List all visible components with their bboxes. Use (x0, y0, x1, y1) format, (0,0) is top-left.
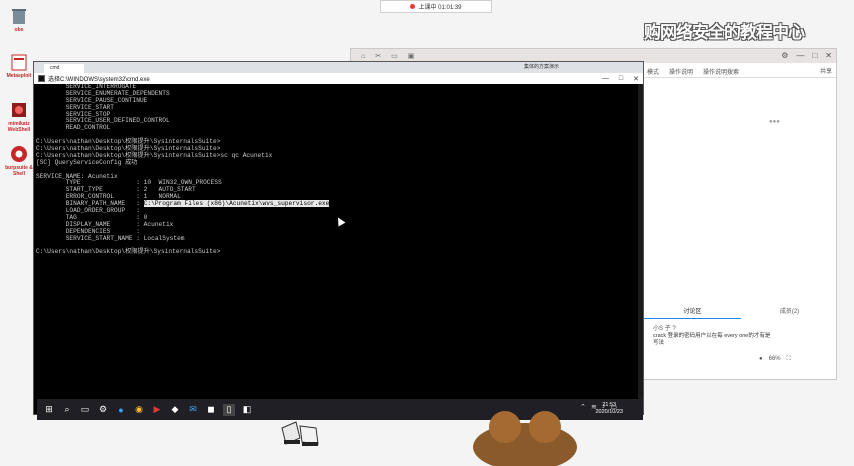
maximize-icon[interactable]: □ (812, 51, 817, 60)
mascot-image (473, 411, 577, 466)
desktop-icon-burpsuite[interactable]: burpsuite & Shell (2, 144, 36, 177)
zoom-icon[interactable]: ● (759, 356, 763, 363)
meeting-toolbar: 模式 操作说明 操作说明拨索 (641, 65, 837, 77)
media-icon[interactable]: ▶ (151, 404, 163, 416)
chat-message: crack 登录的密码用户以在每 every one的才有是写法 (653, 333, 771, 346)
taskbar-clock[interactable]: 21:53 2020/10/23 (595, 402, 623, 416)
cmd-window-controls: — □ ✕ (602, 73, 639, 84)
minimize-icon[interactable]: — (796, 51, 804, 60)
share-button[interactable]: 共享 (820, 66, 832, 75)
expand-icon[interactable]: ⛶ (787, 356, 791, 363)
desktop-icon-metasploit[interactable]: Metasploit (2, 52, 36, 79)
toolbar-search[interactable]: 操作说明拨索 (703, 67, 739, 76)
cmd-titlebar[interactable]: 选择C:\WINDOWS\system32\cmd.exe (34, 73, 643, 84)
chevron-up-icon[interactable]: ⌃ (580, 403, 586, 411)
meeting-window-controls: ⚙ — □ ✕ (781, 51, 832, 60)
browser-tab-title: 集体的方案演示 (524, 64, 560, 70)
console-line: SERVICE_START_NAME : LocalSystem (36, 234, 185, 242)
cmd-icon (38, 75, 45, 82)
scrollbar[interactable] (638, 84, 643, 402)
image-icon[interactable]: ▣ (408, 52, 415, 60)
console-line: READ_CONTROL (36, 124, 111, 132)
mail-icon[interactable]: ✉ (187, 404, 199, 416)
chrome-icon (11, 146, 27, 162)
edge-icon[interactable]: ● (115, 404, 127, 416)
cmd-icon[interactable]: ▯ (223, 403, 235, 416)
clock-time: 21:53 (602, 402, 617, 408)
maximize-icon[interactable]: □ (619, 75, 623, 82)
windows-start-icon[interactable]: ⊞ (43, 404, 55, 416)
record-icon (410, 4, 416, 9)
settings-icon[interactable]: ⚙ (781, 51, 788, 60)
recording-status-bar[interactable]: 上课中 01:01:39 (380, 0, 492, 13)
console-line: SERVICE_START (36, 103, 114, 111)
minimize-icon[interactable]: — (602, 75, 609, 82)
app-icon[interactable]: ◼ (205, 404, 217, 416)
console-line: [SC] QueryServiceConfig 成功 (36, 158, 138, 166)
app-icon (12, 103, 26, 117)
desktop-icon-mimikatz[interactable]: mimikatz WebShell (2, 100, 36, 133)
shoes-image (281, 421, 319, 446)
browser-tab[interactable]: cmd (44, 64, 84, 73)
toolbar-help[interactable]: 操作说明 (669, 67, 693, 76)
chat-tabs: 讨论区 成员(2) (644, 305, 838, 319)
chrome-icon[interactable]: ◉ (133, 404, 145, 416)
tab-discussion[interactable]: 讨论区 (644, 305, 741, 319)
trash-icon (12, 9, 26, 24)
cut-icon[interactable]: ✂ (375, 52, 381, 60)
tab-members[interactable]: 成员(2) (741, 305, 838, 319)
clock-date: 2020/10/23 (595, 409, 623, 415)
toolbar-divider (644, 77, 838, 78)
close-icon[interactable]: ✕ (825, 51, 832, 60)
cmd-title: 选择C:\WINDOWS\system32\cmd.exe (48, 77, 150, 83)
task-view-icon[interactable]: ▭ (79, 404, 91, 416)
console-output[interactable]: SERVICE_INTERROGATE SERVICE_ENUMERATE_DE… (36, 84, 640, 404)
desktop-icon-obs[interactable]: obs (2, 6, 36, 33)
close-icon[interactable]: ✕ (633, 75, 639, 83)
toolbar-mode[interactable]: 模式 (647, 67, 659, 76)
console-line: C:\Users\nathan\Desktop\权限提升\Sysinternal… (36, 248, 221, 256)
console-line: SERVICE_PAUSE_CONTINUE (36, 96, 148, 104)
app-icon[interactable]: ◆ (169, 404, 181, 416)
panel-dot-icon[interactable]: ●●● (769, 119, 780, 125)
cmd-window: cmd 集体的方案演示 选择C:\WINDOWS\system32\cmd.ex… (33, 61, 644, 415)
binary-path-selection[interactable]: C:\Program Files (x86)\Acunetix\wvs_supe… (143, 200, 330, 208)
console-line: SERVICE_USER_DEFINED_CONTROL (36, 117, 170, 125)
rect-icon[interactable]: ▭ (391, 52, 398, 60)
panel-icons: ●●● (769, 119, 780, 125)
search-icon[interactable]: ⌕ (61, 404, 73, 416)
watermark: 购网络安全的教程中心 (644, 23, 805, 43)
zoom-level: 66% (768, 356, 781, 362)
app-icon[interactable]: ◧ (241, 404, 253, 416)
recording-status-text: 上课中 01:01:39 (418, 5, 462, 11)
zoom-control: ● 66% ⛶ (759, 356, 791, 363)
settings-icon[interactable]: ⚙ (97, 404, 109, 416)
back-icon[interactable]: ⌂ (361, 53, 365, 60)
browser-tab-strip: cmd 集体的方案演示 (34, 62, 643, 73)
folder-icon (11, 54, 27, 71)
chat-sender: 小S 子 ? (653, 326, 676, 332)
